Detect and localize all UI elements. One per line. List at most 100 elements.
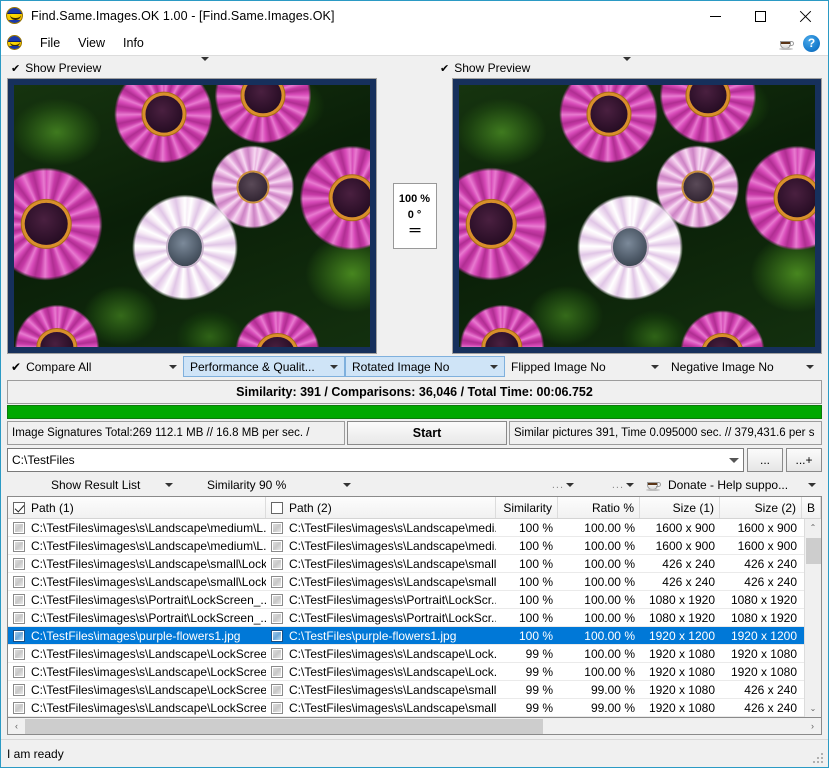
extra-options-1[interactable]: ... xyxy=(357,474,580,495)
cell-similarity: 100 % xyxy=(518,574,553,589)
menu-right-icons: ? xyxy=(779,34,828,52)
preview-image-left[interactable] xyxy=(7,78,377,354)
similarity-threshold-dropdown-icon[interactable] xyxy=(343,482,351,487)
row-checkbox-path2[interactable] xyxy=(271,665,283,678)
table-row[interactable]: C:\TestFiles\images\s\Landscape\LockScre… xyxy=(8,699,821,717)
row-checkbox-path2[interactable] xyxy=(271,593,283,606)
row-checkbox-path2[interactable] xyxy=(271,557,283,570)
menu-item-view[interactable]: View xyxy=(69,33,114,53)
vertical-scrollbar[interactable]: ⌃ ⌄ xyxy=(804,519,821,717)
scroll-left-button[interactable]: ‹ xyxy=(8,719,25,734)
option-compare-all[interactable]: ✔ Compare All xyxy=(5,356,183,377)
row-checkbox-path1[interactable] xyxy=(13,521,25,534)
table-row[interactable]: C:\TestFiles\images\s\Landscape\LockScre… xyxy=(8,681,821,699)
donate-dropdown-icon[interactable] xyxy=(808,482,816,487)
menu-item-file[interactable]: File xyxy=(31,33,69,53)
table-row[interactable]: C:\TestFiles\images\s\Landscape\medium\L… xyxy=(8,519,821,537)
row-checkbox-path2[interactable] xyxy=(271,575,283,588)
menu-item-info[interactable]: Info xyxy=(114,33,153,53)
scroll-right-button[interactable]: › xyxy=(804,719,821,734)
column-header-ratio[interactable]: Ratio % xyxy=(558,497,640,518)
cell-size1: 1600 x 900 xyxy=(655,538,715,553)
extra-options-2[interactable]: ... xyxy=(580,474,640,495)
table-row[interactable]: C:\TestFiles\images\s\Landscape\small\Lo… xyxy=(8,573,821,591)
row-checkbox-path2[interactable] xyxy=(271,647,283,660)
row-checkbox-path2[interactable] xyxy=(271,539,283,552)
table-row[interactable]: C:\TestFiles\images\purple-flowers1.jpg C… xyxy=(8,627,821,645)
row-checkbox-path1[interactable] xyxy=(13,539,25,552)
show-preview-left[interactable]: ✔ Show Preview xyxy=(1,57,223,78)
column-header-size2[interactable]: Size (2) xyxy=(720,497,802,518)
path-input[interactable]: C:\TestFiles xyxy=(7,448,744,472)
row-checkbox-path1[interactable] xyxy=(13,611,25,624)
row-checkbox-path2[interactable] xyxy=(271,611,283,624)
show-preview-right[interactable]: ✔ Show Preview xyxy=(430,57,645,78)
row-checkbox-path1[interactable] xyxy=(13,575,25,588)
similarity-threshold[interactable]: Similarity 90 % xyxy=(179,474,357,495)
option-flipped-image[interactable]: Flipped Image No xyxy=(505,356,665,377)
coffee-icon[interactable] xyxy=(779,37,796,50)
start-button[interactable]: Start xyxy=(347,421,507,445)
column-header-path1[interactable]: Path (1) xyxy=(8,497,266,518)
cell-path2: C:\TestFiles\images\s\Landscape\small... xyxy=(266,573,496,591)
row-checkbox-path2[interactable] xyxy=(271,521,283,534)
table-row[interactable]: C:\TestFiles\images\s\Landscape\LockScre… xyxy=(8,663,821,681)
table-row[interactable]: C:\TestFiles\images\s\Landscape\medium\L… xyxy=(8,537,821,555)
path2-select-all-checkbox[interactable] xyxy=(271,501,283,514)
row-checkbox-path2[interactable] xyxy=(271,629,283,642)
add-folder-button[interactable]: ...+ xyxy=(786,448,822,472)
column-header-similarity[interactable]: Similarity xyxy=(496,497,558,518)
cell-path1-text: C:\TestFiles\images\s\Portrait\LockScree… xyxy=(31,610,266,625)
cell-size2: 1920 x 1200 xyxy=(730,628,797,643)
row-checkbox-path1[interactable] xyxy=(13,665,25,678)
row-checkbox-path1[interactable] xyxy=(13,557,25,570)
horizontal-scrollbar[interactable]: ‹ › xyxy=(7,718,822,735)
donate-button[interactable]: Donate - Help suppo... xyxy=(640,474,822,495)
extra-options-1-dropdown-icon[interactable] xyxy=(566,482,574,487)
cell-size2: 1920 x 1080 xyxy=(730,664,797,679)
row-checkbox-path1[interactable] xyxy=(13,647,25,660)
show-preview-left-label: Show Preview xyxy=(25,61,102,75)
show-result-list[interactable]: Show Result List xyxy=(7,474,179,495)
column-header-size1[interactable]: Size (1) xyxy=(640,497,720,518)
column-header-path2[interactable]: Path (2) xyxy=(266,497,496,518)
scroll-down-button[interactable]: ⌄ xyxy=(805,700,822,717)
scroll-up-button[interactable]: ⌃ xyxy=(805,519,822,536)
close-button[interactable] xyxy=(783,1,828,31)
performance-quality-dropdown-icon[interactable] xyxy=(322,364,338,369)
horizontal-scroll-thumb[interactable] xyxy=(25,718,543,734)
table-row[interactable]: C:\TestFiles\images\s\Portrait\LockScree… xyxy=(8,609,821,627)
flipped-image-dropdown-icon[interactable] xyxy=(643,364,659,369)
row-checkbox-path1[interactable] xyxy=(13,629,25,642)
browse-folder-button[interactable]: ... xyxy=(747,448,783,472)
row-checkbox-path1[interactable] xyxy=(13,701,25,714)
option-performance-quality[interactable]: Performance & Qualit... xyxy=(183,356,345,377)
option-rotated-image[interactable]: Rotated Image No xyxy=(345,356,505,377)
negative-image-dropdown-icon[interactable] xyxy=(798,364,814,369)
chevron-down-icon[interactable] xyxy=(729,457,739,463)
cell-path1: C:\TestFiles\images\purple-flowers1.jpg xyxy=(8,627,266,645)
show-preview-left-dropdown-icon[interactable] xyxy=(201,57,209,75)
row-checkbox-path1[interactable] xyxy=(13,593,25,606)
option-negative-image[interactable]: Negative Image No xyxy=(665,356,820,377)
table-row[interactable]: C:\TestFiles\images\s\Landscape\small\Lo… xyxy=(8,555,821,573)
show-preview-right-dropdown-icon[interactable] xyxy=(623,57,631,75)
row-checkbox-path1[interactable] xyxy=(13,683,25,696)
preview-header-row: ✔ Show Preview ✔ Show Preview xyxy=(1,56,828,78)
rotated-image-dropdown-icon[interactable] xyxy=(482,364,498,369)
table-row[interactable]: C:\TestFiles\images\s\Landscape\LockScre… xyxy=(8,645,821,663)
minimize-button[interactable] xyxy=(693,1,738,31)
row-checkbox-path2[interactable] xyxy=(271,683,283,696)
maximize-button[interactable] xyxy=(738,1,783,31)
row-checkbox-path2[interactable] xyxy=(271,701,283,714)
compare-all-dropdown-icon[interactable] xyxy=(161,364,177,369)
vertical-scroll-thumb[interactable] xyxy=(805,538,821,564)
extra-options-2-dropdown-icon[interactable] xyxy=(626,482,634,487)
column-header-b[interactable]: B xyxy=(802,497,821,518)
help-icon[interactable]: ? xyxy=(803,34,820,52)
preview-image-right[interactable] xyxy=(452,78,822,354)
path1-select-all-checkbox[interactable] xyxy=(13,501,25,514)
show-result-list-dropdown-icon[interactable] xyxy=(165,482,173,487)
table-row[interactable]: C:\TestFiles\images\s\Portrait\LockScree… xyxy=(8,591,821,609)
resize-grip-icon[interactable] xyxy=(813,753,825,765)
